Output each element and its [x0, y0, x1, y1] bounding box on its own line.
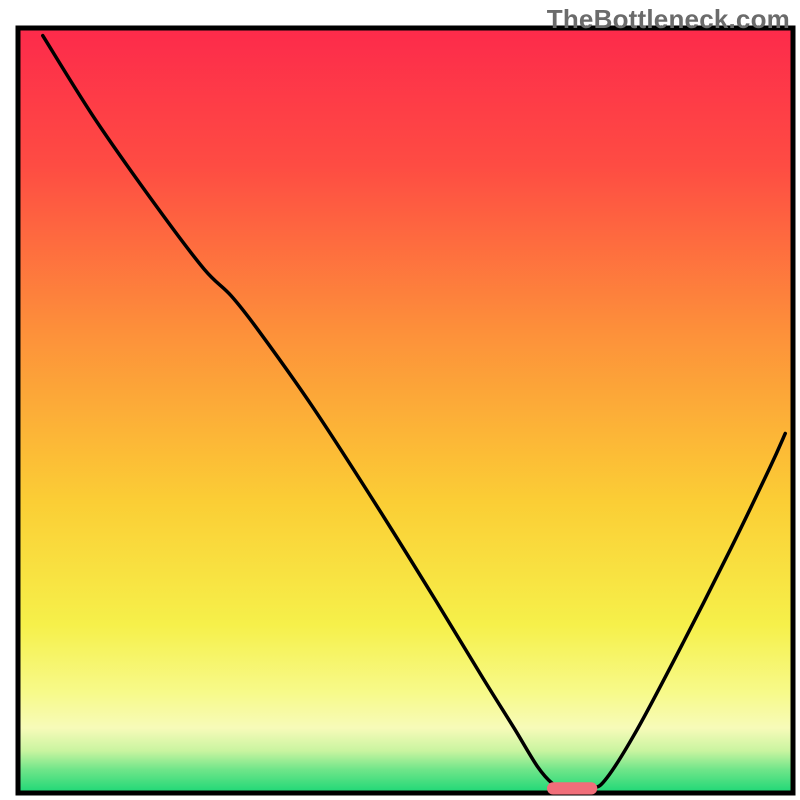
watermark-text: TheBottleneck.com — [547, 4, 790, 35]
chart-stage: TheBottleneck.com — [0, 0, 800, 800]
optimum-marker — [547, 782, 597, 794]
bottleneck-chart — [0, 0, 800, 800]
chart-background — [18, 28, 793, 793]
